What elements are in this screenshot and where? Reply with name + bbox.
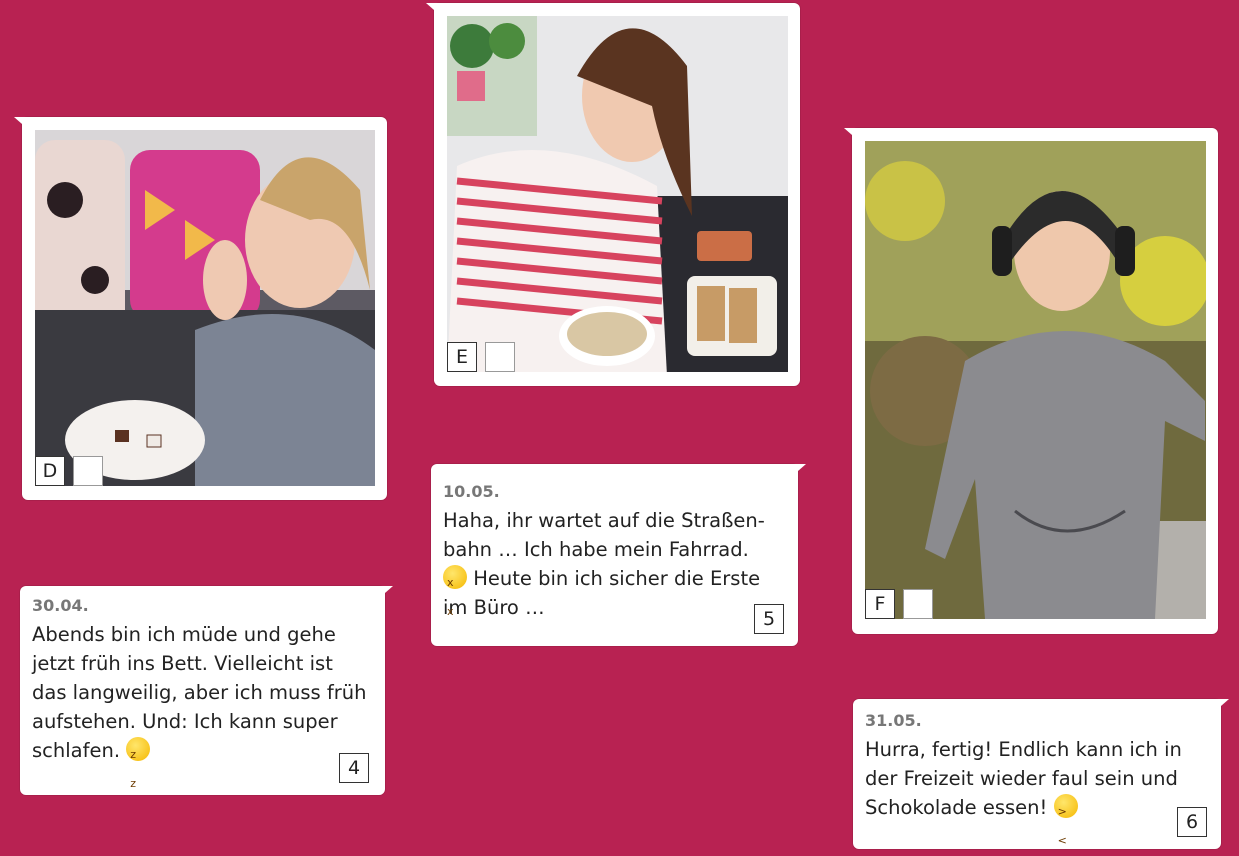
photo-e-label-group: E (447, 342, 515, 372)
photo-e-letter: E (447, 342, 477, 372)
photo-f: F (865, 141, 1206, 619)
photo-e-answer-box[interactable] (485, 342, 515, 372)
photo-f-answer-box[interactable] (903, 589, 933, 619)
photo-d-letter: D (35, 456, 65, 486)
post-number-box: 6 (1177, 807, 1207, 837)
post-card-5: 10.05. Haha, ihr wartet auf die Straßen-… (431, 464, 806, 646)
photo-d-answer-box[interactable] (73, 456, 103, 486)
photo-d: D (35, 130, 375, 486)
photo-card-d: D (14, 117, 387, 500)
post-date: 10.05. (443, 482, 500, 501)
post-line: Abends bin ich müde und gehe (32, 623, 336, 646)
woman-eating-chocolate-image (35, 130, 375, 486)
laughing-face-emoji-icon: > < (1053, 794, 1078, 847)
post-line: schlafen. (32, 739, 121, 762)
post-date: 31.05. (865, 711, 922, 730)
post-number-box: 4 (339, 753, 369, 783)
post-line: bahn … Ich habe mein Fahrrad. (443, 538, 749, 561)
photo-e: E (447, 16, 788, 372)
post-line: Hurra, fertig! Endlich kann ich in (865, 738, 1182, 761)
tongue-wink-emoji-icon: x x (443, 565, 467, 618)
post-line: das langweilig, aber ich muss früh (32, 681, 367, 704)
post-line: im Büro … (443, 596, 545, 619)
post-date: 30.04. (32, 596, 89, 615)
woman-jogging-headphones-image (865, 141, 1206, 619)
post-line: der Freizeit wieder faul sein und (865, 767, 1178, 790)
post-card-6: 31.05. Hurra, fertig! Endlich kann ich i… (853, 699, 1229, 849)
post-line: jetzt früh ins Bett. Vielleicht ist (32, 652, 333, 675)
photo-f-label-group: F (865, 589, 933, 619)
post-line: aufstehen. Und: Ich kann super (32, 710, 338, 733)
post-line: Heute bin ich sicher die Erste (473, 567, 761, 590)
post-message: Haha, ihr wartet auf die Straßen- bahn …… (443, 506, 765, 622)
post-line: Schokolade essen! (865, 796, 1048, 819)
sleeping-face-emoji-icon: z z (126, 737, 151, 790)
photo-d-label-group: D (35, 456, 103, 486)
photo-card-e: E (426, 3, 800, 386)
post-message: Abends bin ich müde und gehe jetzt früh … (32, 620, 367, 790)
post-message: Hurra, fertig! Endlich kann ich in der F… (865, 735, 1182, 847)
post-number-box: 5 (754, 604, 784, 634)
photo-f-letter: F (865, 589, 895, 619)
woman-breakfast-selfie-image (447, 16, 788, 372)
photo-card-f: F (844, 128, 1218, 634)
post-line: Haha, ihr wartet auf die Straßen- (443, 509, 765, 532)
post-card-4: 30.04. Abends bin ich müde und gehe jetz… (20, 586, 393, 795)
